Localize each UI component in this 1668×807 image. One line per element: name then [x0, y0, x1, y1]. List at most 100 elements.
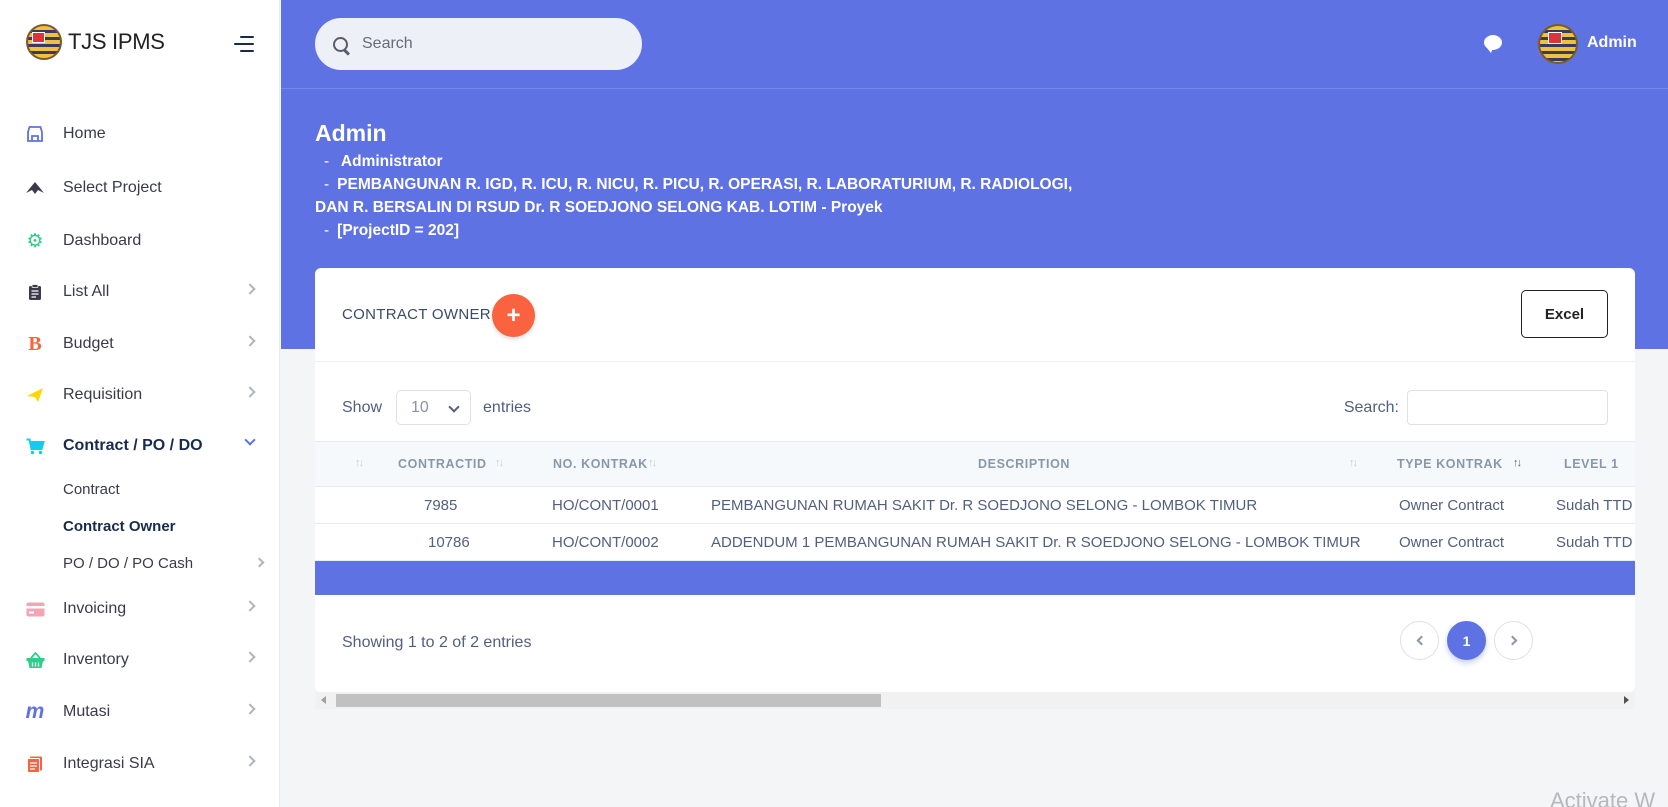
project-name-line2: DAN R. BERSALIN DI RSUD Dr. R SOEDJONO S…	[315, 199, 883, 216]
sidebar-subitem-po-do-po-cash[interactable]: PO / DO / PO Cash	[63, 549, 265, 577]
project-name-line1: PEMBANGUNAN R. IGD, R. ICU, R. NICU, R. …	[337, 176, 1073, 193]
gear-icon: ⚙	[26, 230, 44, 252]
chevron-right-icon	[244, 335, 256, 347]
chevron-right-icon	[244, 600, 256, 612]
table-search-input[interactable]	[1407, 390, 1608, 425]
sidebar-item-label: Integrasi SIA	[63, 755, 155, 772]
column-header-level-1[interactable]: LEVEL 1	[1564, 457, 1619, 471]
project-info: - Administrator - PEMBANGUNAN R. IGD, R. …	[315, 150, 1084, 242]
page-length-select[interactable]: 10	[396, 390, 472, 425]
cell-level-1: Sudah TTD	[1556, 534, 1633, 551]
windows-activation-watermark: Activate W	[1550, 788, 1656, 807]
pagination-previous-button[interactable]	[1400, 621, 1439, 660]
sort-asc-icon[interactable]: ↑↓	[1513, 457, 1522, 469]
sidebar-item-list-all[interactable]: List All	[0, 272, 280, 312]
sidebar-item-label: Select Project	[63, 179, 162, 196]
scroll-left-arrow-icon[interactable]	[321, 696, 326, 704]
card-icon	[25, 599, 45, 619]
brand-name: TJS IPMS	[68, 29, 165, 54]
sidebar-item-home[interactable]: Home	[0, 114, 280, 154]
show-label: Show	[342, 398, 383, 416]
search-input[interactable]	[362, 35, 612, 53]
add-contract-button[interactable]: +	[492, 294, 535, 337]
excel-export-button[interactable]: Excel	[1521, 290, 1608, 338]
chat-icon[interactable]	[1484, 35, 1502, 53]
project-line: - PEMBANGUNAN R. IGD, R. ICU, R. NICU, R.…	[324, 173, 1084, 196]
sort-icon[interactable]: ↑↓	[495, 457, 504, 469]
cell-type-kontrak: Owner Contract	[1399, 534, 1505, 551]
cart-icon	[25, 436, 45, 456]
brand[interactable]: TJS IPMS	[26, 24, 165, 60]
dash: -	[324, 153, 330, 170]
m-icon: m	[25, 700, 45, 723]
card-header: CONTRACT OWNER + Excel	[315, 268, 1635, 362]
pagination-next-button[interactable]	[1494, 621, 1533, 660]
sort-icon[interactable]: ↑↓	[648, 457, 657, 469]
scrollbar-thumb[interactable]	[336, 694, 881, 707]
table-row[interactable]: 7985 HO/CONT/0001 PEMBANGUNAN RUMAH SAKI…	[315, 487, 1635, 524]
search-bar[interactable]	[315, 18, 642, 70]
paper-plane-icon	[25, 178, 45, 198]
cell-description: PEMBANGUNAN RUMAH SAKIT Dr. R SOEDJONO S…	[711, 497, 1258, 514]
brand-logo	[26, 24, 62, 60]
cell-no-kontrak: HO/CONT/0002	[552, 534, 659, 551]
sidebar-subitem-label: Contract Owner	[63, 517, 176, 535]
dash: -	[324, 176, 330, 193]
cell-no-kontrak: HO/CONT/0001	[552, 497, 659, 514]
sidebar-item-invoicing[interactable]: Invoicing	[0, 589, 280, 629]
sidebar-subitem-label: Contract	[63, 480, 120, 498]
column-header-description[interactable]: DESCRIPTION	[978, 457, 1070, 471]
sidebar-item-label: Invoicing	[63, 600, 127, 617]
sidebar-item-label: List All	[63, 283, 110, 300]
pagination-page-1[interactable]: 1	[1447, 621, 1486, 660]
table-row[interactable]: 10786 HO/CONT/0002 ADDENDUM 1 PEMBANGUNA…	[315, 524, 1635, 561]
contract-owner-card: CONTRACT OWNER + Excel Show 10 entries S…	[315, 268, 1635, 692]
column-header-type-kontrak[interactable]: TYPE KONTRAK	[1397, 457, 1503, 471]
column-header-contractid[interactable]: CONTRACTID	[398, 457, 487, 471]
page-length-control: Show 10 entries	[342, 390, 531, 425]
sidebar-item-label: Inventory	[63, 651, 129, 668]
filter-label: Search:	[1343, 398, 1399, 416]
sidebar-item-integrasi-sia[interactable]: Integrasi SIA	[0, 744, 280, 784]
sidebar-subitem-contract[interactable]: Contract	[63, 475, 263, 503]
header-divider	[281, 88, 1668, 89]
cell-description: ADDENDUM 1 PEMBANGUNAN RUMAH SAKIT Dr. R…	[711, 534, 1361, 551]
table-filter: Search:	[1344, 390, 1608, 425]
basket-icon	[25, 650, 45, 670]
card-title: CONTRACT OWNER	[342, 306, 491, 323]
table-info: Showing 1 to 2 of 2 entries	[342, 634, 532, 651]
sidebar-item-inventory[interactable]: Inventory	[0, 640, 280, 680]
menu-toggle-icon[interactable]	[234, 36, 254, 52]
contracts-table: ↑↓ CONTRACTID ↑↓ NO. KONTRAK ↑↓ DESCRIPT…	[315, 441, 1635, 596]
document-icon	[25, 754, 45, 774]
sidebar-subitem-label: PO / DO / PO Cash	[63, 554, 194, 572]
project-id-text: [ProjectID = 202]	[337, 222, 460, 239]
sidebar-subitem-contract-owner[interactable]: Contract Owner	[63, 512, 263, 540]
chevron-left-icon	[1416, 635, 1426, 646]
column-header-no-kontrak[interactable]: NO. KONTRAK	[553, 457, 648, 471]
scroll-right-arrow-icon[interactable]	[1624, 696, 1629, 704]
sidebar-item-label: Budget	[63, 335, 114, 352]
chevron-right-icon	[244, 283, 256, 295]
sidebar-item-dashboard[interactable]: ⚙ Dashboard	[0, 221, 280, 261]
sidebar-item-label: Requisition	[63, 386, 143, 403]
table-header: ↑↓ CONTRACTID ↑↓ NO. KONTRAK ↑↓ DESCRIPT…	[315, 441, 1635, 487]
sidebar-item-contract-po-do[interactable]: Contract / PO / DO	[0, 426, 280, 466]
sidebar-item-mutasi[interactable]: m Mutasi	[0, 692, 280, 732]
user-name[interactable]: Admin	[1587, 34, 1637, 52]
chevron-down-icon	[244, 434, 256, 446]
sort-icon[interactable]: ↑↓	[1349, 457, 1358, 469]
project-id-line: - [ProjectID = 202]	[324, 219, 1084, 242]
dash: -	[324, 222, 330, 239]
cell-level-1: Sudah TTD	[1556, 497, 1633, 514]
entries-label: entries	[483, 398, 532, 416]
sidebar-item-requisition[interactable]: Requisition	[0, 375, 280, 415]
avatar[interactable]	[1538, 24, 1578, 64]
chevron-right-icon	[244, 386, 256, 398]
chevron-right-icon	[244, 755, 256, 767]
sidebar-item-budget[interactable]: B Budget	[0, 324, 280, 364]
horizontal-scrollbar[interactable]	[315, 692, 1635, 709]
sidebar-item-select-project[interactable]: Select Project	[0, 168, 280, 208]
sort-icon[interactable]: ↑↓	[355, 457, 364, 469]
search-icon	[333, 36, 348, 52]
